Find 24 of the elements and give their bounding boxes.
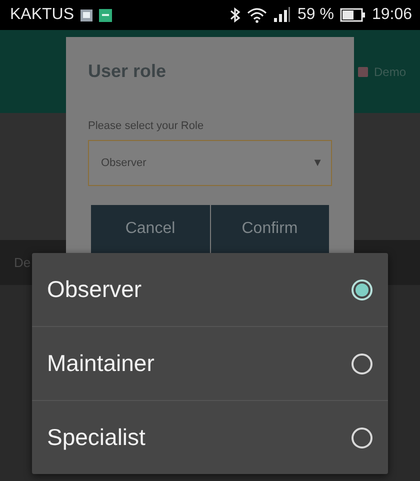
dialog-button[interactable]: Cancel [91, 205, 210, 253]
option-label: Observer [47, 276, 143, 303]
radio-button[interactable] [351, 278, 373, 300]
carrier-name: KAKTUS [10, 6, 74, 24]
bluetooth-icon [229, 7, 242, 23]
wifi-icon [247, 7, 268, 23]
dialog-button[interactable]: Confirm [210, 205, 329, 253]
field-label: Please select your Role [88, 120, 205, 132]
checkbox[interactable] [358, 66, 368, 76]
option-label: Maintainer [47, 350, 156, 377]
radio-button[interactable] [351, 426, 373, 448]
role-option[interactable]: Specialist [32, 400, 388, 474]
image-icon [80, 8, 94, 22]
signal-icon [273, 7, 292, 23]
role-option[interactable]: Observer [32, 253, 388, 326]
role-option[interactable]: Maintainer [32, 326, 388, 400]
app-icon [99, 8, 112, 22]
clock-time: 19:06 [372, 6, 412, 24]
role-dropdown[interactable]: Observer ▼ [88, 140, 332, 186]
radio-button[interactable] [351, 352, 373, 374]
battery-percent: 59 % [297, 6, 334, 24]
option-label: Specialist [47, 424, 146, 451]
dialog-title: User role [88, 61, 168, 82]
battery-icon [340, 8, 366, 22]
